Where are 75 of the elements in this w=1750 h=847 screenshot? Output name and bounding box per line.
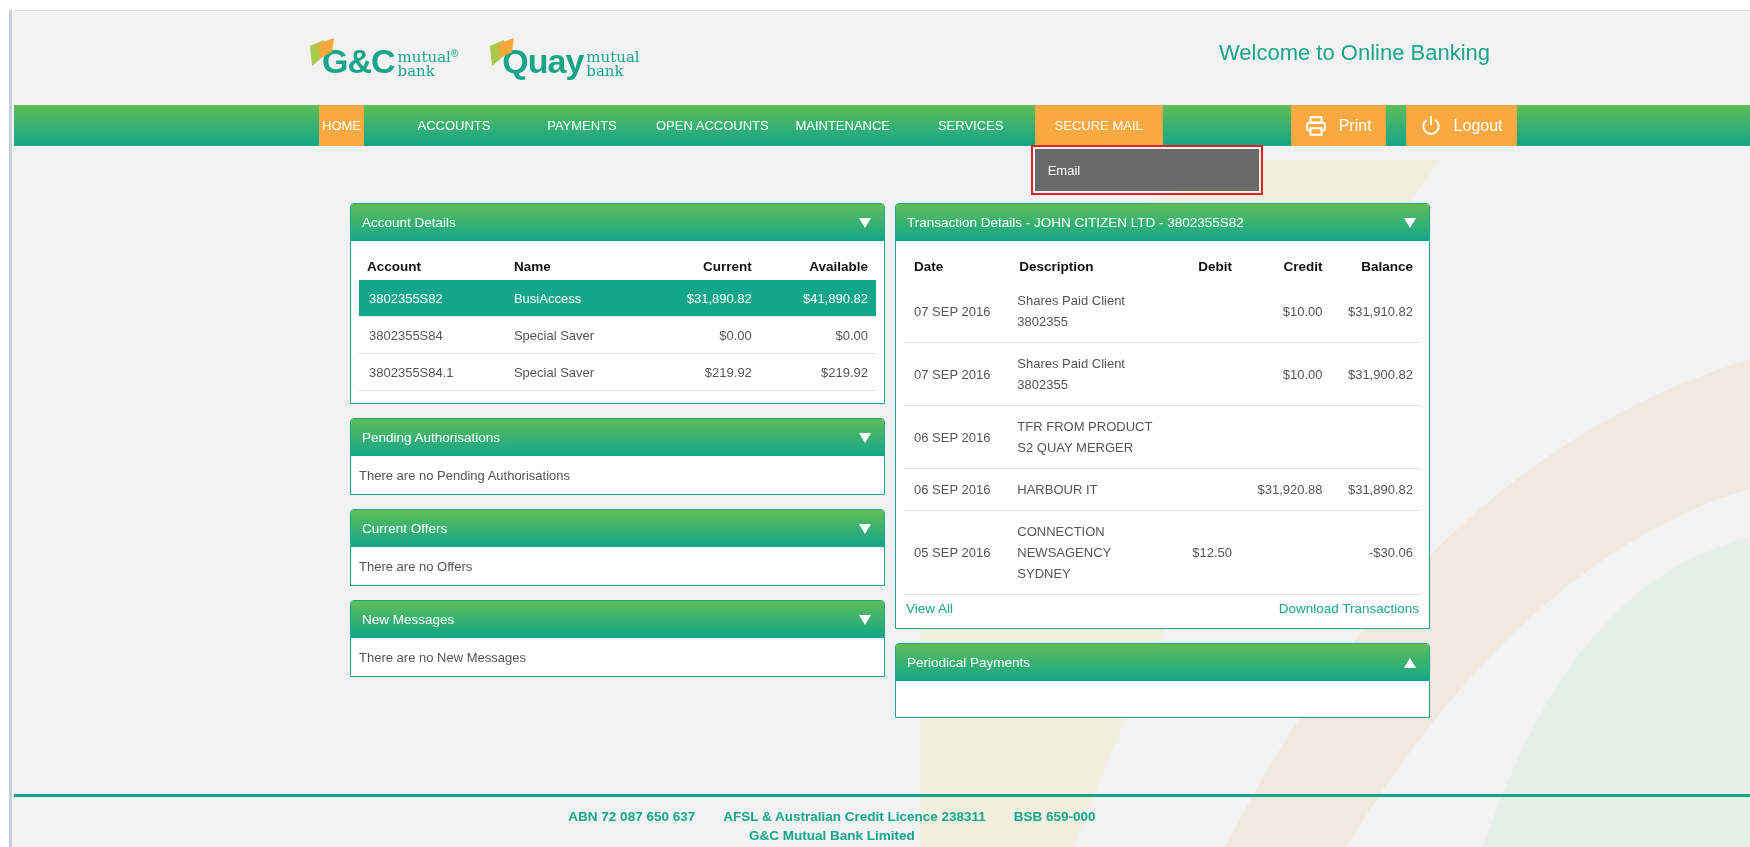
footer-text: BSB 659-000 bbox=[1013, 809, 1096, 824]
nav-tab[interactable]: OPEN ACCOUNTS bbox=[646, 105, 779, 146]
empty-message: There are no New Messages bbox=[358, 649, 527, 667]
column-header: Available bbox=[759, 249, 876, 280]
table-cell: Shares Paid Client 3802355 bbox=[1009, 280, 1178, 343]
collapse-toggle-icon[interactable] bbox=[1404, 217, 1416, 228]
table-cell: $31,890.82 bbox=[1347, 482, 1413, 497]
column-header: Date bbox=[913, 258, 945, 276]
table-cell: $31,890.82 bbox=[643, 280, 760, 317]
nav-tab[interactable]: ACCOUNTS bbox=[390, 105, 518, 146]
printer-icon bbox=[1304, 114, 1327, 137]
nav-tab[interactable]: MAINTENANCE bbox=[778, 105, 907, 146]
table-cell: -$30.06 bbox=[1368, 545, 1413, 560]
table-cell: Special Saver bbox=[505, 353, 644, 391]
nav-tab[interactable]: SECURE MAIL bbox=[1034, 105, 1163, 146]
column-header: Balance bbox=[1360, 258, 1414, 276]
account-row[interactable]: 3802355S84.1 Special Saver $219.92 $219.92 bbox=[359, 353, 876, 391]
account-row[interactable]: 3802355S82 BusiAccess $31,890.82 $41,890.82 bbox=[359, 280, 876, 317]
column-header: Account bbox=[359, 249, 506, 280]
table-cell: 3802355S82 bbox=[359, 280, 506, 317]
company-name: G&C Mutual Bank Limited bbox=[749, 828, 915, 843]
table-cell: TFR FROM PRODUCT S2 QUAY MERGER bbox=[1009, 405, 1178, 469]
table-cell: 05 SEP 2016 bbox=[904, 510, 1010, 595]
collapse-toggle-icon[interactable] bbox=[859, 217, 871, 228]
table-cell: $219.92 bbox=[643, 353, 760, 391]
table-cell: $10.00 bbox=[1282, 366, 1323, 382]
table-cell: 07 SEP 2016 bbox=[904, 342, 1010, 406]
collapse-toggle-icon[interactable] bbox=[859, 523, 871, 534]
nav-tab[interactable]: SERVICES bbox=[906, 105, 1035, 146]
panel-title: Transaction Details - JOHN CITIZEN LTD - 3802355S82 bbox=[907, 215, 1244, 230]
footer-text: AFSL & Australian Credit Licence 238311 bbox=[723, 809, 986, 824]
table-cell: 07 SEP 2016 bbox=[904, 280, 1010, 343]
account-row[interactable]: 3802355S84 Special Saver $0.00 $0.00 bbox=[359, 316, 876, 354]
nav-tab[interactable]: HOME bbox=[319, 105, 364, 146]
empty-message: There are no Offers bbox=[358, 558, 474, 576]
table-cell: $12.50 bbox=[1192, 545, 1233, 560]
table-cell: Special Saver bbox=[505, 316, 644, 354]
column-header: Credit bbox=[1282, 258, 1324, 276]
collapse-toggle-icon[interactable] bbox=[859, 432, 871, 443]
table-cell: HARBOUR IT bbox=[1009, 468, 1178, 511]
empty-message: There are no Pending Authorisations bbox=[358, 467, 572, 485]
table-cell: 06 SEP 2016 bbox=[904, 468, 1010, 511]
panel-title: Pending Authorisations bbox=[362, 430, 501, 445]
table-cell: $10.00 bbox=[1282, 303, 1323, 319]
print-button[interactable]: Print bbox=[1290, 105, 1386, 146]
table-cell: $31,920.88 bbox=[1257, 482, 1323, 497]
collapse-toggle-icon[interactable] bbox=[1404, 657, 1416, 668]
table-cell: $41,890.82 bbox=[759, 280, 876, 317]
table-cell: Shares Paid Client 3802355 bbox=[1009, 342, 1178, 406]
view-all-link[interactable]: View All bbox=[906, 601, 954, 616]
welcome-heading: Welcome to Online Banking bbox=[1218, 40, 1490, 66]
table-cell: BusiAccess bbox=[505, 280, 644, 317]
download-transactions-link[interactable]: Download Transactions bbox=[1278, 601, 1419, 616]
panel-title: Periodical Payments bbox=[907, 655, 1031, 670]
table-cell: CONNECTION NEWSAGENCY SYDNEY bbox=[1009, 510, 1178, 595]
table-cell: $219.92 bbox=[759, 353, 876, 391]
panel-title: Current Offers bbox=[362, 521, 448, 536]
table-cell: 3802355S84.1 bbox=[359, 353, 506, 391]
column-header: Debit bbox=[1197, 258, 1234, 276]
column-header: Name bbox=[505, 249, 644, 280]
table-cell: $0.00 bbox=[759, 316, 876, 354]
table-cell: 3802355S84 bbox=[359, 316, 506, 354]
table-cell: 06 SEP 2016 bbox=[904, 405, 1010, 469]
nav-tab[interactable]: PAYMENTS bbox=[518, 105, 646, 146]
table-cell: $0.00 bbox=[643, 316, 760, 354]
table-cell: $31,900.82 bbox=[1347, 366, 1413, 382]
power-icon bbox=[1419, 114, 1442, 137]
collapse-toggle-icon[interactable] bbox=[859, 614, 871, 625]
logout-button[interactable]: Logout bbox=[1405, 105, 1517, 146]
panel-title: New Messages bbox=[362, 612, 455, 627]
panel-title: Account Details bbox=[362, 215, 456, 230]
column-header: Description bbox=[1018, 258, 1095, 276]
footer-text: ABN 72 087 650 637 bbox=[568, 809, 696, 824]
table-cell: $31,910.82 bbox=[1347, 303, 1413, 319]
column-header: Current bbox=[643, 249, 760, 280]
